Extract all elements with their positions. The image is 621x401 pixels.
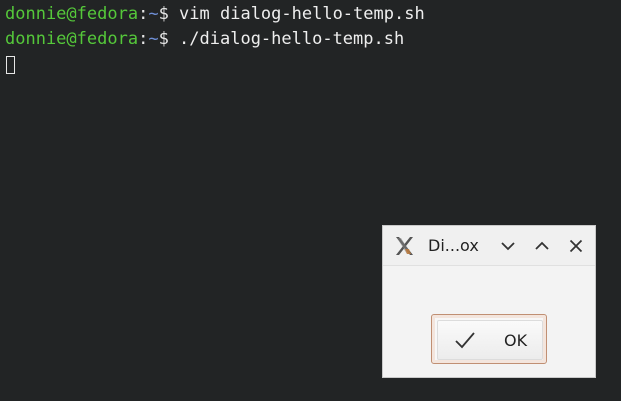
- terminal-line: donnie@fedora:~$ ./dialog-hello-temp.sh: [5, 27, 404, 51]
- prompt-separator: :: [138, 4, 149, 24]
- prompt-symbol: $: [158, 4, 180, 24]
- terminal-cursor: [6, 56, 15, 74]
- terminal-line: donnie@fedora:~$ vim dialog-hello-temp.s…: [5, 2, 425, 26]
- x-window-app-icon[interactable]: [393, 235, 415, 257]
- dialog-titlebar[interactable]: Di...ox: [383, 226, 595, 266]
- ok-button[interactable]: OK: [431, 314, 547, 364]
- command-text: vim dialog-hello-temp.sh: [179, 4, 425, 24]
- prompt-path: ~: [148, 29, 159, 49]
- close-icon[interactable]: [566, 236, 586, 256]
- ok-button-face[interactable]: OK: [437, 320, 543, 360]
- ok-button-label: OK: [504, 331, 528, 350]
- chevron-up-icon[interactable]: [532, 236, 552, 256]
- prompt-path: ~: [148, 4, 159, 24]
- prompt-user-host: donnie@fedora: [5, 29, 139, 49]
- check-icon: [455, 332, 475, 349]
- prompt-separator: :: [138, 29, 149, 49]
- command-text: ./dialog-hello-temp.sh: [179, 29, 405, 49]
- chevron-down-icon[interactable]: [498, 236, 518, 256]
- dialog-title: Di...ox: [428, 236, 479, 255]
- dialog-window: Di...ox OK: [382, 225, 596, 378]
- prompt-user-host: donnie@fedora: [5, 4, 139, 24]
- prompt-symbol: $: [158, 29, 180, 49]
